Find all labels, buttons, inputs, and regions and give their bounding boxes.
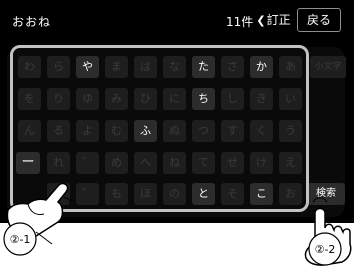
back-button[interactable]: 戻る	[297, 8, 341, 32]
kana-key[interactable]: せ	[221, 152, 244, 174]
back-arrow-icon: ❮	[256, 14, 266, 27]
kana-key[interactable]: お	[279, 183, 302, 205]
kana-key[interactable]: の	[163, 183, 186, 205]
key-long-vowel[interactable]: ー	[16, 152, 40, 174]
kana-key[interactable]: や	[76, 56, 99, 78]
kana-key[interactable]: に	[163, 88, 186, 110]
kana-key[interactable]: ゛	[76, 152, 99, 174]
kana-key[interactable]: る	[47, 120, 70, 142]
kana-key[interactable]: ち	[192, 88, 215, 110]
kana-key[interactable]: と	[192, 183, 215, 205]
kana-key[interactable]: い	[279, 88, 302, 110]
callout-right-label: ②-2	[315, 243, 336, 256]
kana-key[interactable]: き	[250, 88, 273, 110]
kana-key[interactable]: こ	[250, 183, 273, 205]
kana-key[interactable]: ん	[18, 120, 41, 142]
correct-button[interactable]: ❮訂正	[253, 8, 294, 32]
navigation-screen: おおね 11件 ❮訂正 戻る わらやまはなたさかあをりゆみひにちしきいんるよむふ…	[0, 0, 354, 223]
search-button[interactable]: 検索	[307, 183, 345, 205]
small-char-key[interactable]: 小文字	[310, 56, 346, 78]
kana-key[interactable]: ぬ	[163, 120, 186, 142]
callout-badge: ②-2	[308, 232, 342, 266]
kana-key[interactable]: も	[105, 183, 128, 205]
kana-key[interactable]: め	[105, 152, 128, 174]
kana-key[interactable]: た	[192, 56, 215, 78]
kana-key[interactable]: ほ	[134, 183, 157, 205]
kana-key[interactable]: ろ	[47, 183, 70, 205]
kana-key[interactable]: そ	[221, 183, 244, 205]
kana-key[interactable]: み	[105, 88, 128, 110]
kana-key[interactable]: あ	[279, 56, 302, 78]
kana-key[interactable]: ゆ	[76, 88, 99, 110]
kana-key[interactable]: ま	[105, 56, 128, 78]
kana-key[interactable]: つ	[192, 120, 215, 142]
callout-left-label: ②-1	[10, 233, 31, 246]
kana-key[interactable]: て	[192, 152, 215, 174]
kana-key[interactable]: を	[18, 88, 41, 110]
kana-key[interactable]: か	[250, 56, 273, 78]
kana-key[interactable]: ゜	[76, 183, 99, 205]
kana-key[interactable]: う	[279, 120, 302, 142]
result-count: 11件	[226, 15, 254, 29]
correct-button-label: 訂正	[266, 13, 291, 27]
kana-key[interactable]: え	[279, 152, 302, 174]
kana-key[interactable]: ら	[47, 56, 70, 78]
callout-badge: ②-1	[3, 222, 37, 256]
kana-key[interactable]: な	[163, 56, 186, 78]
kana-key[interactable]: よ	[76, 120, 99, 142]
kana-key[interactable]: さ	[221, 56, 244, 78]
kana-key[interactable]: す	[221, 120, 244, 142]
kana-key[interactable]: わ	[18, 56, 41, 78]
kana-key[interactable]: ひ	[134, 88, 157, 110]
kana-key[interactable]: は	[134, 56, 157, 78]
kana-key[interactable]: へ	[134, 152, 157, 174]
kana-key[interactable]: ね	[163, 152, 186, 174]
search-query-text: おおね	[12, 15, 52, 29]
input-header: おおね 11件 ❮訂正 戻る	[0, 0, 354, 42]
kana-key[interactable]: ふ	[134, 120, 157, 142]
kana-key[interactable]: し	[221, 88, 244, 110]
kana-key[interactable]: り	[47, 88, 70, 110]
kana-key[interactable]: れ	[47, 152, 70, 174]
kana-key[interactable]: む	[105, 120, 128, 142]
kana-key[interactable]: く	[250, 120, 273, 142]
kana-key[interactable]: け	[250, 152, 273, 174]
